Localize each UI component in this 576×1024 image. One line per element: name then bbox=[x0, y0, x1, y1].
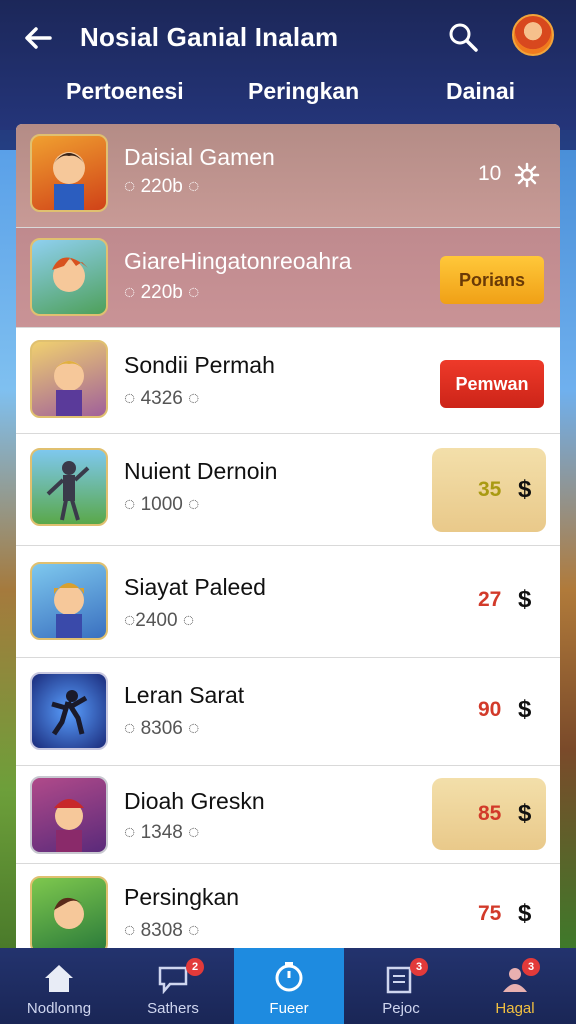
notification-badge: 2 bbox=[186, 958, 204, 976]
nav-item-hagal[interactable]: 3 Hagal bbox=[460, 948, 570, 1024]
game-thumbnail bbox=[30, 134, 108, 212]
settings-gear-icon[interactable] bbox=[514, 162, 540, 188]
game-thumbnail bbox=[30, 672, 108, 750]
game-meta: ◌2400 ◌ bbox=[124, 610, 195, 631]
game-thumbnail bbox=[30, 876, 108, 948]
list-item[interactable]: Daisial Gamen ◌ 220b ◌ 10 bbox=[16, 124, 560, 228]
nav-item-pejoc[interactable]: 3 Pejoc bbox=[346, 948, 456, 1024]
list-item[interactable]: Persingkan ◌ 8308 ◌ 75 $ bbox=[16, 864, 560, 948]
tab-bar: Pertoenesi Peringkan Dainai bbox=[0, 78, 576, 114]
price-value: 35 bbox=[478, 478, 502, 501]
nav-item-home[interactable]: Nodlonng bbox=[4, 948, 114, 1024]
avatar[interactable] bbox=[512, 14, 554, 56]
notification-badge: 3 bbox=[522, 958, 540, 976]
game-name: Siayat Paleed bbox=[124, 574, 266, 600]
currency-symbol: $ bbox=[518, 900, 532, 927]
home-icon bbox=[45, 965, 73, 992]
nav-item-sathers[interactable]: 2 Sathers bbox=[118, 948, 228, 1024]
currency-symbol: $ bbox=[518, 586, 532, 613]
game-name: Leran Sarat bbox=[124, 682, 245, 708]
list-item[interactable]: Siayat Paleed ◌2400 ◌ 27 $ bbox=[16, 546, 560, 658]
search-icon[interactable] bbox=[446, 20, 480, 54]
chat-icon bbox=[158, 966, 188, 994]
tab-peringkan[interactable]: Peringkan bbox=[248, 78, 359, 105]
game-meta: ◌ 8308 ◌ bbox=[124, 920, 200, 941]
game-meta: ◌ 1348 ◌ bbox=[124, 822, 200, 843]
nav-label: Pejoc bbox=[382, 1000, 420, 1017]
game-thumbnail bbox=[30, 448, 108, 526]
price-value: 75 bbox=[478, 902, 502, 925]
pemwan-button[interactable]: Pemwan bbox=[440, 360, 544, 408]
app-header: Nosial Ganial Inalam Pertoenesi Peringka… bbox=[0, 0, 576, 130]
currency-symbol: $ bbox=[518, 696, 532, 723]
page-title: Nosial Ganial Inalam bbox=[80, 22, 339, 52]
nav-item-fueer[interactable]: Fueer bbox=[234, 948, 344, 1024]
nav-label: Nodlonng bbox=[26, 1000, 92, 1017]
game-name: Persingkan bbox=[124, 884, 240, 910]
currency-symbol: $ bbox=[518, 476, 532, 503]
game-name: Sondii Permah bbox=[124, 352, 275, 378]
game-meta: ◌ 1000 ◌ bbox=[124, 494, 200, 515]
game-thumbnail bbox=[30, 562, 108, 640]
game-meta: ◌ 4326 ◌ bbox=[124, 388, 200, 409]
timer-icon bbox=[275, 962, 303, 992]
nav-label: Sathers bbox=[147, 1000, 199, 1017]
notification-badge: 3 bbox=[410, 958, 428, 976]
tab-pertoenesi[interactable]: Pertoenesi bbox=[66, 78, 184, 105]
price-value: 85 bbox=[478, 802, 502, 825]
porians-button[interactable]: Porians bbox=[440, 256, 544, 304]
game-name: GiareHingatonreoahra bbox=[124, 248, 352, 274]
rank-value: 10 bbox=[478, 162, 502, 185]
game-meta: ◌ 8306 ◌ bbox=[124, 718, 200, 739]
list-item[interactable]: Dioah Greskn ◌ 1348 ◌ 85 $ bbox=[16, 766, 560, 864]
game-name: Nuient Dernoin bbox=[124, 458, 278, 484]
price-value: 90 bbox=[478, 698, 502, 721]
game-name: Daisial Gamen bbox=[124, 144, 275, 170]
list-item[interactable]: Leran Sarat ◌ 8306 ◌ 90 $ bbox=[16, 658, 560, 766]
currency-symbol: $ bbox=[518, 800, 532, 827]
back-arrow-icon[interactable] bbox=[22, 22, 54, 54]
price-box[interactable]: 85 $ bbox=[432, 778, 546, 850]
game-name: Dioah Greskn bbox=[124, 788, 265, 814]
game-meta: ◌ 220b ◌ bbox=[124, 282, 200, 303]
nav-label: Fueer bbox=[269, 1000, 309, 1017]
price-box[interactable]: 35 $ bbox=[432, 448, 546, 532]
game-thumbnail bbox=[30, 340, 108, 418]
game-meta: ◌ 220b ◌ bbox=[124, 176, 200, 197]
price-value: 27 bbox=[478, 588, 502, 611]
list-item[interactable]: Nuient Dernoin ◌ 1000 ◌ 35 $ bbox=[16, 434, 560, 546]
tab-dainai[interactable]: Dainai bbox=[446, 78, 515, 105]
game-thumbnail bbox=[30, 238, 108, 316]
bottom-nav: Nodlonng 2 Sathers Fueer 3 Pejoc 3 Hagal bbox=[0, 948, 576, 1024]
list-item[interactable]: GiareHingatonreoahra ◌ 220b ◌ Porians bbox=[16, 228, 560, 328]
game-list: Daisial Gamen ◌ 220b ◌ 10 GiareHingatonr… bbox=[16, 124, 560, 948]
list-item[interactable]: Sondii Permah ◌ 4326 ◌ Pemwan bbox=[16, 328, 560, 434]
game-thumbnail bbox=[30, 776, 108, 854]
nav-label: Hagal bbox=[495, 1000, 535, 1017]
